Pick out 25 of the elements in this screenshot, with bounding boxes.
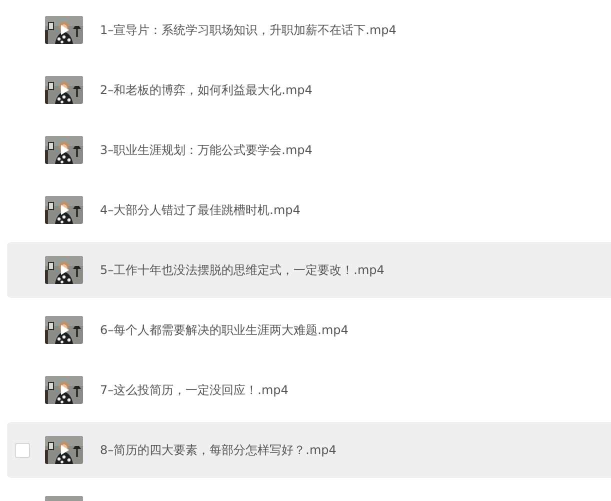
- file-row[interactable]: 1–宣导片：系统学习职场知识，升职加薪不在话下.mp4: [7, 2, 611, 58]
- file-name: 8–简历的四大要素，每部分怎样写好？.mp4: [100, 442, 336, 458]
- play-icon: [61, 25, 69, 35]
- file-name: 4–大部分人错过了最佳跳槽时机.mp4: [100, 202, 300, 218]
- file-name: 1–宣导片：系统学习职场知识，升职加薪不在话下.mp4: [100, 22, 396, 38]
- file-name: 5–工作十年也没法摆脱的思维定式，一定要改！.mp4: [100, 262, 384, 278]
- play-icon: [61, 385, 69, 395]
- checkbox[interactable]: [15, 442, 30, 458]
- file-row[interactable]: 4–大部分人错过了最佳跳槽时机.mp4: [7, 182, 611, 238]
- file-name: 3–职业生涯规划：万能公式要学会.mp4: [100, 142, 312, 158]
- file-name: 7–这么投简历，一定没回应！.mp4: [100, 382, 288, 398]
- play-icon: [61, 85, 69, 95]
- file-name: 2–和老板的博弈，如何利益最大化.mp4: [100, 82, 312, 98]
- file-row[interactable]: 3–职业生涯规划：万能公式要学会.mp4: [7, 122, 611, 178]
- file-name: 6–每个人都需要解决的职业生涯两大难题.mp4: [100, 322, 348, 338]
- file-row[interactable]: 7–这么投简历，一定没回应！.mp4: [7, 362, 611, 418]
- play-icon: [61, 325, 69, 335]
- play-icon: [61, 445, 69, 455]
- file-row[interactable]: 5–工作十年也没法摆脱的思维定式，一定要改！.mp4: [7, 242, 611, 298]
- play-icon: [61, 205, 69, 215]
- play-icon: [61, 145, 69, 155]
- file-row[interactable]: 8–简历的四大要素，每部分怎样写好？.mp4: [7, 422, 611, 478]
- play-icon: [61, 265, 69, 275]
- file-row[interactable]: 2–和老板的博弈，如何利益最大化.mp4: [7, 62, 611, 118]
- file-row[interactable]: 6–每个人都需要解决的职业生涯两大难题.mp4: [7, 302, 611, 358]
